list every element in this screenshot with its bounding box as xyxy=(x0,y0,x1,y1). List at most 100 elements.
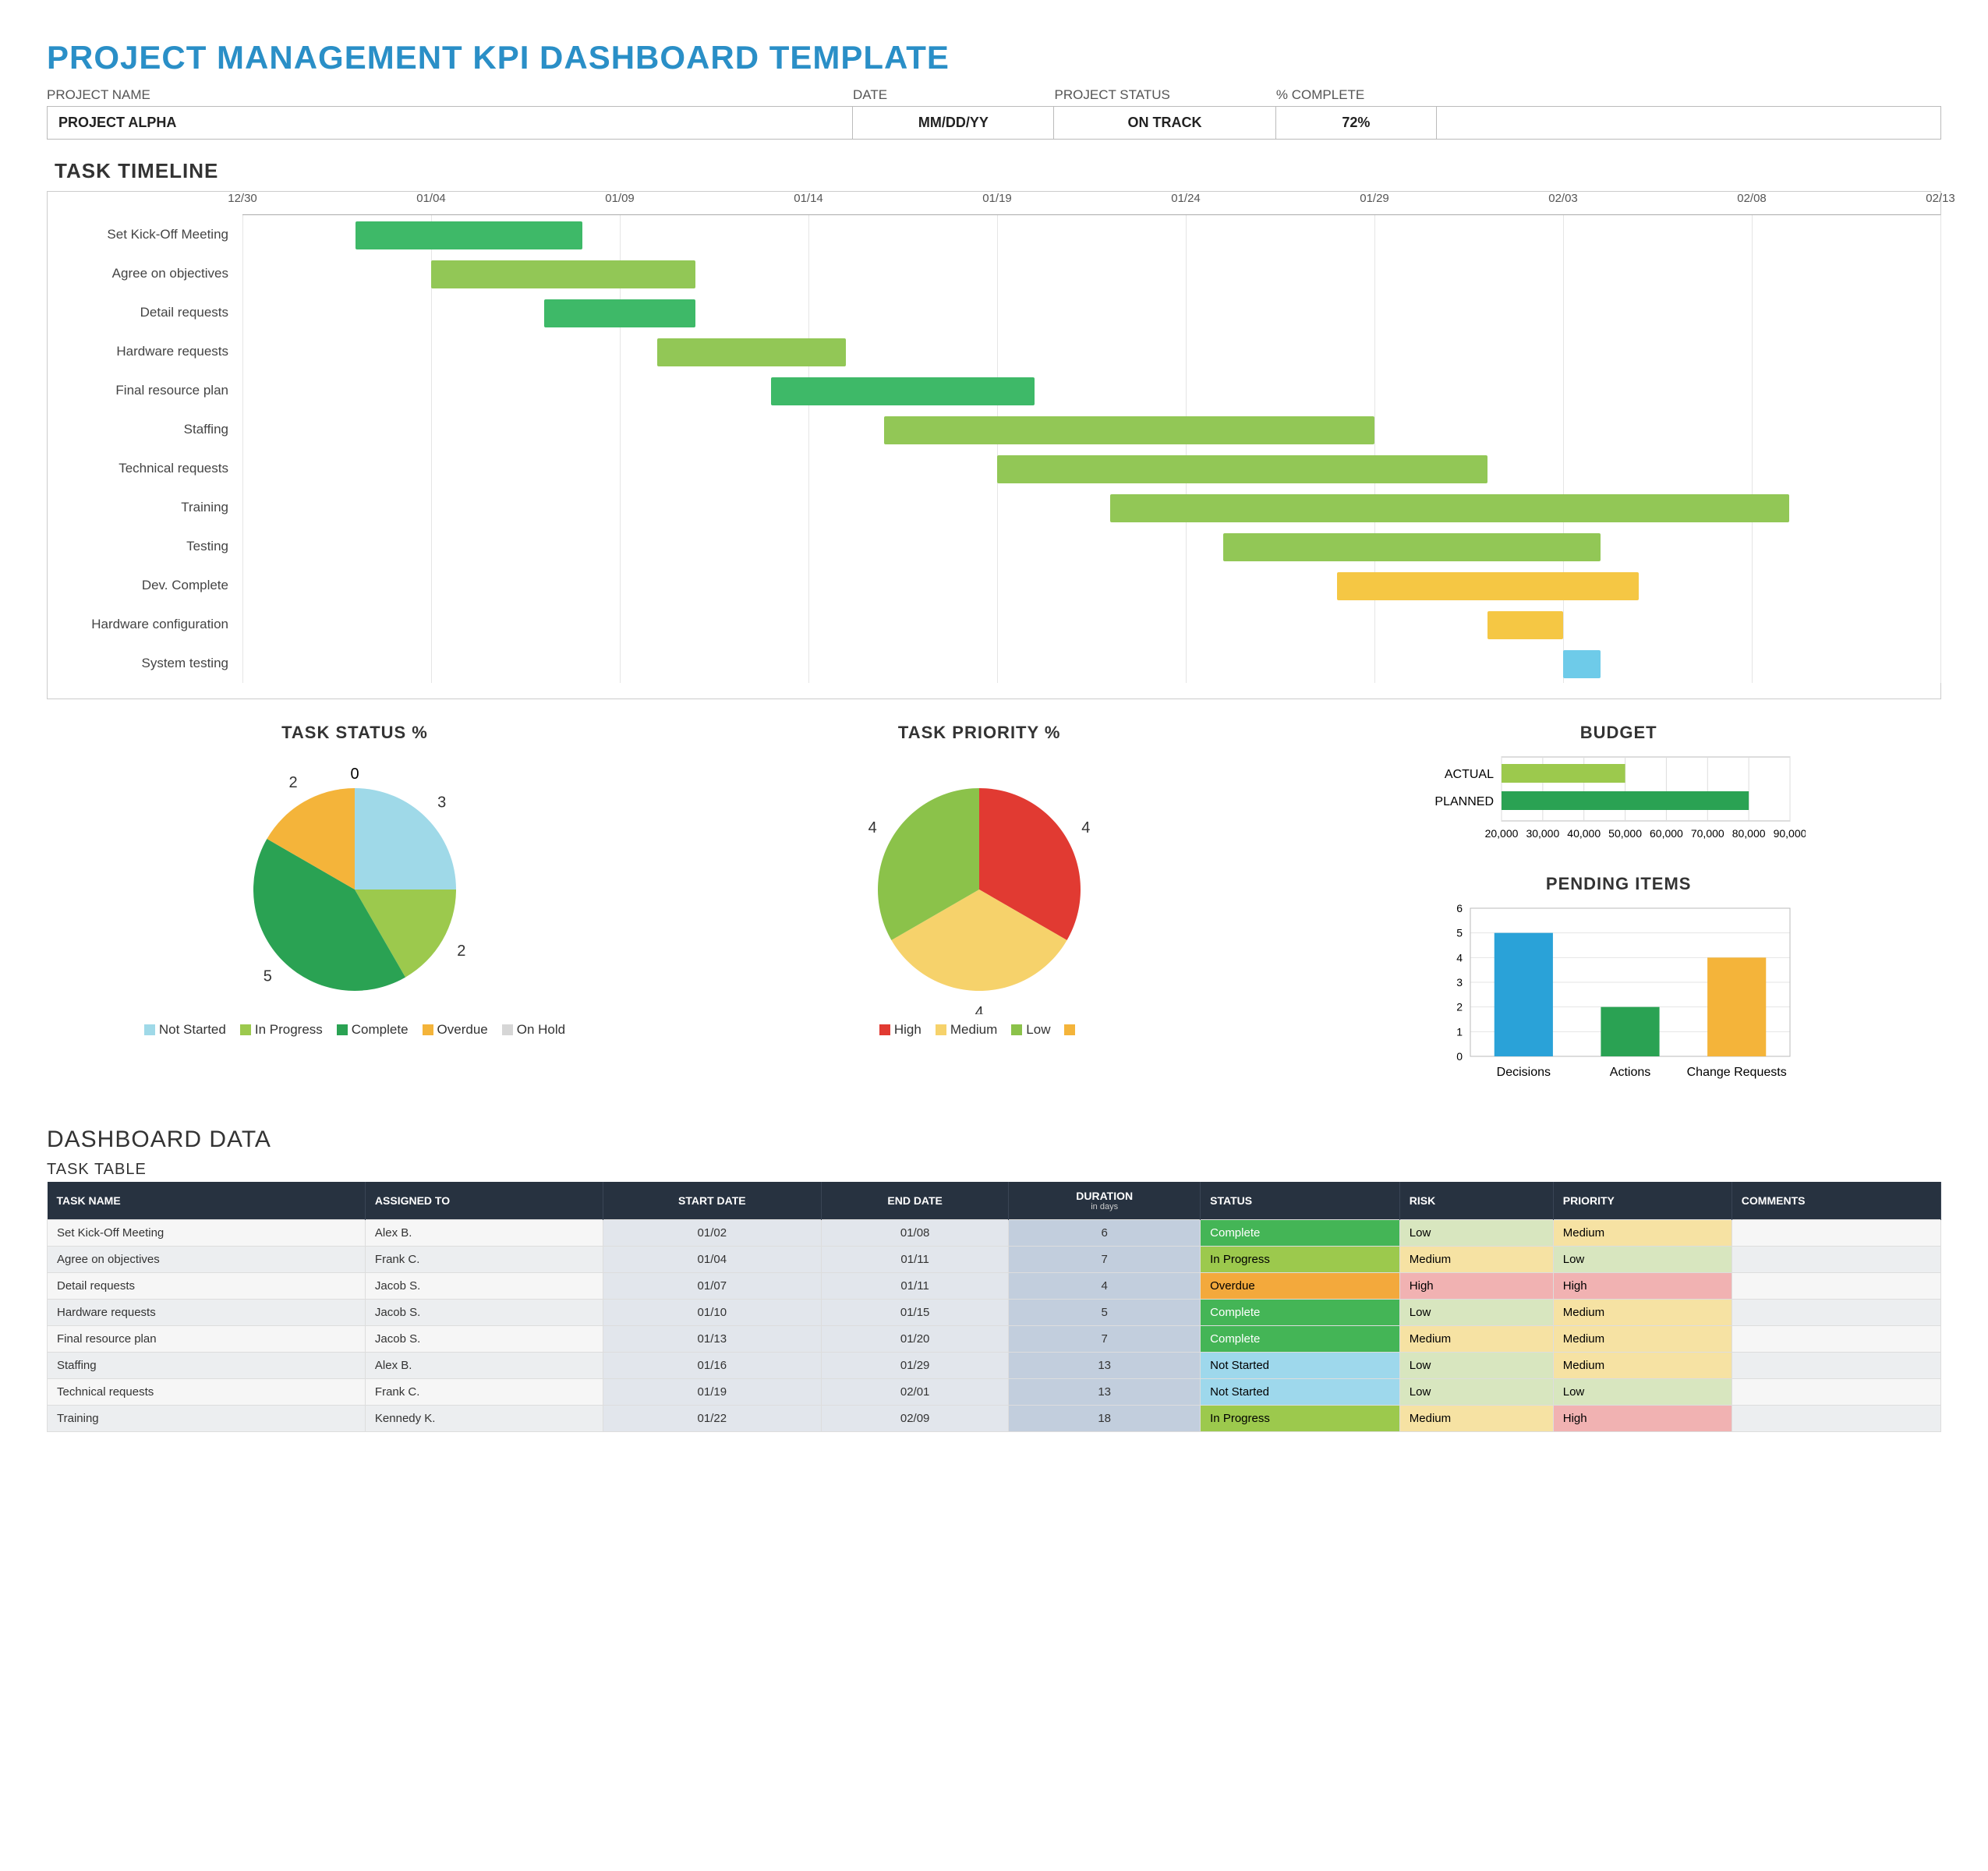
table-row: Set Kick-Off MeetingAlex B.01/0201/086Co… xyxy=(48,1220,1941,1247)
pie-label: 4 xyxy=(868,819,877,836)
pie-priority-svg: 444 xyxy=(831,749,1127,1014)
cell-name: Set Kick-Off Meeting xyxy=(48,1220,366,1247)
cell-assigned: Alex B. xyxy=(365,1220,603,1247)
cell-risk: Low xyxy=(1399,1379,1553,1406)
task-table-header-row: TASK NAME ASSIGNED TO START DATE END DAT… xyxy=(48,1182,1941,1220)
table-row: Final resource planJacob S.01/1301/207Co… xyxy=(48,1326,1941,1353)
cell-priority: Medium xyxy=(1553,1220,1732,1247)
gantt-track xyxy=(242,254,1940,293)
pending-cat-label: Actions xyxy=(1610,1066,1650,1079)
legend-item: On Hold xyxy=(502,1022,565,1038)
cell-status: In Progress xyxy=(1201,1406,1400,1432)
cell-status: Not Started xyxy=(1201,1353,1400,1379)
cell-end: 02/01 xyxy=(822,1379,1009,1406)
gantt-tick: 02/08 xyxy=(1737,192,1767,214)
cell-comments xyxy=(1732,1353,1940,1379)
gantt-row-label: Detail requests xyxy=(48,305,242,320)
gantt-track xyxy=(242,566,1940,605)
pending-svg: 0123456DecisionsActionsChange Requests xyxy=(1431,900,1806,1095)
gantt-row: Testing xyxy=(48,527,1940,566)
cell-priority: Low xyxy=(1553,1379,1732,1406)
cell-risk: Medium xyxy=(1399,1326,1553,1353)
cell-status: Complete xyxy=(1201,1300,1400,1326)
cell-priority: Low xyxy=(1553,1247,1732,1273)
cell-priority: High xyxy=(1553,1273,1732,1300)
label-project-name: PROJECT NAME xyxy=(47,87,853,103)
gantt-bar xyxy=(1487,611,1563,639)
gantt-row: Hardware requests xyxy=(48,332,1940,371)
section-task-table: TASK TABLE xyxy=(47,1161,1941,1179)
cell-risk: High xyxy=(1399,1273,1553,1300)
gantt-tick: 12/30 xyxy=(228,192,257,214)
budget-row-label: ACTUAL xyxy=(1445,768,1494,781)
cell-start: 01/04 xyxy=(603,1247,822,1273)
cell-priority: Medium xyxy=(1553,1353,1732,1379)
cell-comments xyxy=(1732,1273,1940,1300)
table-row: Technical requestsFrank C.01/1902/0113No… xyxy=(48,1379,1941,1406)
pie-label: 5 xyxy=(264,968,272,985)
label-date: DATE xyxy=(853,87,1055,103)
gantt-track xyxy=(242,410,1940,449)
cell-risk: Low xyxy=(1399,1220,1553,1247)
chart-task-priority: TASK PRIORITY % 444 HighMediumLow xyxy=(686,723,1272,1095)
th-priority: PRIORITY xyxy=(1553,1182,1732,1220)
cell-comments xyxy=(1732,1247,1940,1273)
budget-tick: 60,000 xyxy=(1650,827,1683,840)
cell-risk: Medium xyxy=(1399,1247,1553,1273)
legend-item: High xyxy=(879,1022,921,1038)
info-value-row: PROJECT ALPHA MM/DD/YY ON TRACK 72% xyxy=(47,106,1941,140)
label-pct: % COMPLETE xyxy=(1276,87,1438,103)
legend-item: Overdue xyxy=(423,1022,488,1038)
gantt-row-label: Staffing xyxy=(48,422,242,437)
chart-pending: PENDING ITEMS 0123456DecisionsActionsCha… xyxy=(1296,874,1941,1095)
chart-title-budget: BUDGET xyxy=(1296,723,1941,743)
cell-comments xyxy=(1732,1326,1940,1353)
table-row: StaffingAlex B.01/1601/2913Not StartedLo… xyxy=(48,1353,1941,1379)
cell-duration: 7 xyxy=(1009,1326,1201,1353)
budget-tick: 80,000 xyxy=(1732,827,1766,840)
gantt-bar xyxy=(1110,494,1789,522)
gantt-row-label: Set Kick-Off Meeting xyxy=(48,227,242,242)
info-header-row: PROJECT NAME DATE PROJECT STATUS % COMPL… xyxy=(47,84,1941,106)
gantt-chart: 12/3001/0401/0901/1401/1901/2401/2902/03… xyxy=(47,191,1941,699)
cell-comments xyxy=(1732,1379,1940,1406)
gantt-bar xyxy=(884,416,1374,444)
section-timeline: TASK TIMELINE xyxy=(55,159,1941,183)
chart-title-status: TASK STATUS % xyxy=(47,723,663,743)
pending-ytick: 4 xyxy=(1456,951,1463,964)
th-comments: COMMENTS xyxy=(1732,1182,1940,1220)
cell-assigned: Frank C. xyxy=(365,1379,603,1406)
cell-status: Overdue xyxy=(1201,1273,1400,1300)
cell-name: Hardware requests xyxy=(48,1300,366,1326)
gantt-row-label: Hardware configuration xyxy=(48,617,242,632)
legend-priority: HighMediumLow xyxy=(686,1022,1272,1038)
gantt-track xyxy=(242,332,1940,371)
cell-end: 01/29 xyxy=(822,1353,1009,1379)
gantt-track xyxy=(242,605,1940,644)
gantt-row: Technical requests xyxy=(48,449,1940,488)
cell-priority: High xyxy=(1553,1406,1732,1432)
cell-start: 01/16 xyxy=(603,1353,822,1379)
value-date: MM/DD/YY xyxy=(853,107,1054,139)
gantt-tick: 01/04 xyxy=(416,192,446,214)
gantt-row-label: Hardware requests xyxy=(48,344,242,359)
cell-start: 01/02 xyxy=(603,1220,822,1247)
th-status: STATUS xyxy=(1201,1182,1400,1220)
gantt-tick: 01/19 xyxy=(982,192,1012,214)
table-row: TrainingKennedy K.01/2202/0918In Progres… xyxy=(48,1406,1941,1432)
pending-bar xyxy=(1495,933,1553,1056)
pie-label: 2 xyxy=(457,943,465,960)
budget-row-label: PLANNED xyxy=(1435,795,1495,808)
gantt-body: Set Kick-Off MeetingAgree on objectivesD… xyxy=(48,215,1940,683)
gantt-tick: 01/09 xyxy=(605,192,635,214)
gantt-row-label: Training xyxy=(48,500,242,515)
gantt-row: Final resource plan xyxy=(48,371,1940,410)
cell-name: Technical requests xyxy=(48,1379,366,1406)
gantt-bar xyxy=(771,377,1035,405)
gantt-row-label: Dev. Complete xyxy=(48,578,242,593)
th-start: START DATE xyxy=(603,1182,822,1220)
cell-comments xyxy=(1732,1406,1940,1432)
pending-ytick: 1 xyxy=(1456,1025,1463,1038)
chart-budget: BUDGET ACTUALPLANNED20,00030,00040,00050… xyxy=(1296,723,1941,858)
cell-end: 01/20 xyxy=(822,1326,1009,1353)
